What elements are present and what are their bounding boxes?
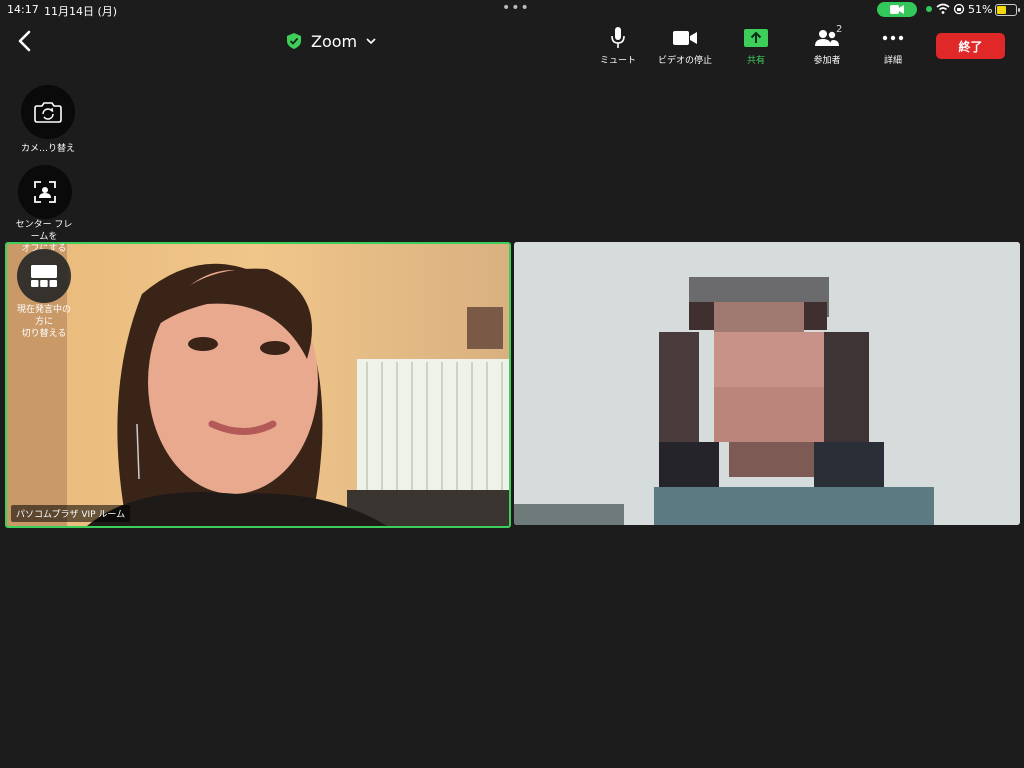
meeting-title: Zoom [311, 31, 358, 51]
chevron-left-icon [18, 30, 31, 52]
status-time: 14:17 [7, 3, 39, 16]
mute-button[interactable]: ミュート [583, 26, 653, 66]
chevron-down-icon [366, 38, 376, 44]
status-bar: 14:17 11月14日 (月) ••• 51% [0, 0, 1024, 20]
camera-dot-icon [926, 6, 932, 12]
microphone-icon [611, 27, 625, 48]
participants-count: 2 [836, 24, 843, 35]
wifi-icon [936, 3, 950, 17]
participants-button[interactable]: 2 参加者 [792, 24, 862, 66]
switch-camera-label: カメ…り替え [20, 144, 75, 154]
video-camera-icon [673, 31, 697, 45]
end-meeting-button[interactable]: 終了 [936, 33, 1005, 59]
more-label: 詳細 [883, 56, 902, 66]
speaker-view-icon [31, 265, 57, 287]
participants-label: 参加者 [813, 56, 841, 66]
more-dots-icon [882, 35, 904, 41]
meeting-title-button[interactable]: Zoom [287, 30, 376, 52]
battery-icon [995, 4, 1020, 16]
participant-video-feed-pixelated [514, 242, 1020, 525]
back-button[interactable] [14, 28, 38, 54]
switch-camera-button[interactable] [21, 85, 75, 139]
video-tile-self[interactable]: パソコムプラザ VIP ルーム [5, 242, 511, 528]
camera-switch-icon [34, 102, 62, 123]
participant-name-tag: パソコムプラザ VIP ルーム [11, 505, 131, 522]
mute-label: ミュート [599, 56, 636, 66]
center-frame-button[interactable] [18, 165, 72, 219]
video-tile-remote[interactable] [514, 242, 1020, 525]
more-button[interactable]: 詳細 [858, 26, 928, 66]
status-date: 11月14日 (月) [44, 5, 118, 18]
center-frame-icon [34, 181, 56, 203]
share-screen-icon [744, 29, 768, 47]
stop-video-button[interactable]: ビデオの停止 [650, 26, 720, 66]
share-button[interactable]: 共有 [721, 26, 791, 66]
battery-percent: 51% [968, 3, 993, 16]
speaker-view-button[interactable] [17, 249, 71, 303]
participant-video-feed [7, 244, 509, 526]
camera-in-use-indicator [877, 2, 917, 17]
orientation-lock-icon [953, 3, 965, 18]
speaker-view-label: 現在発言中の 方に 切り替える [16, 305, 71, 339]
multitasking-dots-icon[interactable]: ••• [502, 0, 530, 16]
shield-check-icon [287, 33, 301, 49]
stop-video-label: ビデオの停止 [657, 56, 712, 66]
share-label: 共有 [746, 56, 765, 66]
